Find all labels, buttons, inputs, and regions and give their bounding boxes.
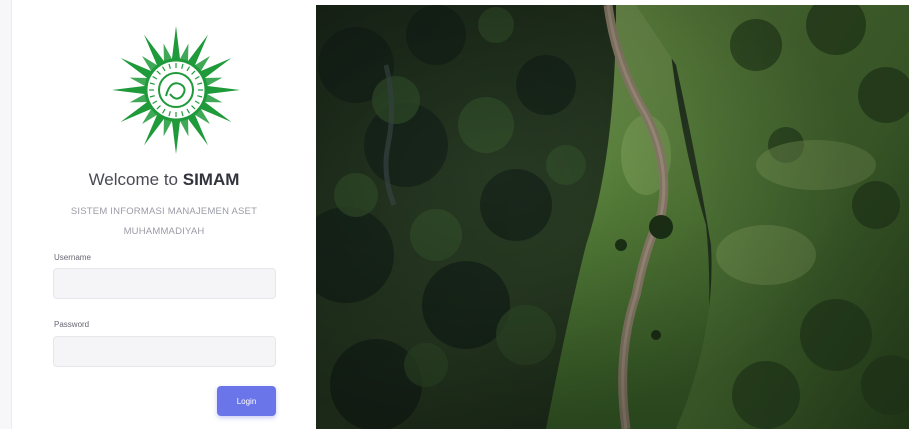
left-edge-strip — [0, 0, 12, 429]
username-input[interactable] — [53, 268, 276, 299]
password-label: Password — [54, 320, 90, 329]
password-input[interactable] — [53, 336, 276, 367]
login-button[interactable]: Login — [217, 386, 276, 416]
hero-landscape-image — [316, 5, 909, 429]
app-subtitle: SISTEM INFORMASI MANAJEMEN ASET MUHAMMAD… — [70, 206, 258, 237]
login-panel: Welcome to SIMAM SISTEM INFORMASI MANAJE… — [12, 0, 316, 429]
welcome-heading: Welcome to SIMAM — [12, 170, 316, 190]
app-name: SIMAM — [182, 170, 240, 189]
username-label: Username — [54, 253, 91, 262]
muhammadiyah-logo-icon — [110, 24, 242, 156]
welcome-prefix: Welcome to — [88, 170, 179, 189]
landscape-photo — [316, 5, 909, 429]
